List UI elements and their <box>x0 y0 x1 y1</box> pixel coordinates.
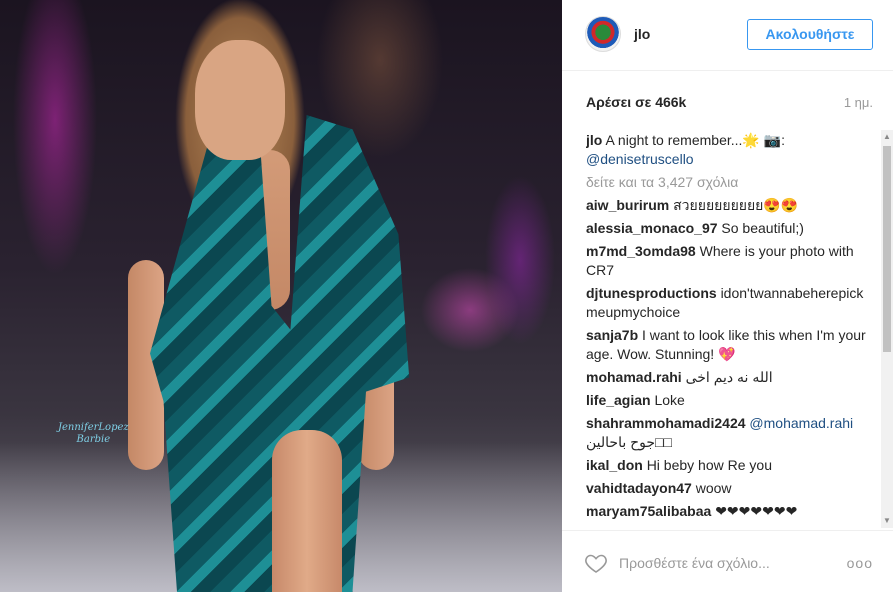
post-header: jlo Ακολουθήστε <box>562 0 893 71</box>
comment-text: ❤❤❤❤❤❤❤ <box>715 503 798 519</box>
scroll-down-arrow-icon[interactable]: ▼ <box>881 514 893 528</box>
comment-user[interactable]: ikal_don <box>586 457 643 473</box>
comment-user[interactable]: alessia_monaco_97 <box>586 220 718 236</box>
comments-list: jlo A night to remember...🌟 📷: @denisetr… <box>586 131 869 528</box>
comment-text: woow <box>695 480 732 496</box>
username[interactable]: jlo <box>634 26 650 42</box>
caption-mention[interactable]: @denisetruscello <box>586 151 694 167</box>
list-item: alessia_monaco_97 So beautiful;) <box>586 219 869 238</box>
avatar[interactable] <box>585 16 621 52</box>
list-item: ikal_don Hi beby how Re you <box>586 456 869 475</box>
watermark-line-1: JenniferLopez <box>58 422 129 433</box>
view-all-comments[interactable]: δείτε και τα 3,427 σχόλια <box>586 173 869 192</box>
comment-text: Loke <box>654 392 685 408</box>
comment-text: جوح باحالین□□ <box>586 434 672 450</box>
comment-text: So beautiful;) <box>721 220 804 236</box>
list-item: shahrammohamadi2424 @mohamad.rahi جوح با… <box>586 414 869 452</box>
post-time[interactable]: 1 ημ. <box>844 95 873 110</box>
list-item: sanja7b I want to look like this when I'… <box>586 326 869 364</box>
photo-watermark: JenniferLopez Barbie <box>58 422 129 446</box>
comment-text: الله نه دیم اخی <box>685 369 773 385</box>
list-item: life_agian Loke <box>586 391 869 410</box>
comment-text: Hi beby how Re you <box>646 457 772 473</box>
scrollbar-thumb[interactable] <box>883 146 891 352</box>
add-comment-input[interactable]: Προσθέστε ένα σχόλιο... <box>619 555 770 571</box>
comment-user[interactable]: mohamad.rahi <box>586 369 682 385</box>
likes-count[interactable]: Αρέσει σε 466k <box>586 94 686 110</box>
list-item: mohamad.rahi الله نه دیم اخی <box>586 368 869 387</box>
comment-user[interactable]: maryam75alibabaa <box>586 503 711 519</box>
list-item: maryam75alibabaa ❤❤❤❤❤❤❤ <box>586 502 869 521</box>
comment-user[interactable]: djtunesproductions <box>586 285 717 301</box>
comment-user[interactable]: shahrammohamadi2424 <box>586 415 746 431</box>
comment-user[interactable]: aiw_burirum <box>586 197 669 213</box>
post-side-panel: jlo Ακολουθήστε Αρέσει σε 466k 1 ημ. jlo… <box>562 0 893 592</box>
comment-user[interactable]: m7md_3omda98 <box>586 243 696 259</box>
comment-text: สวยยยยยยยยย😍😍 <box>673 197 799 213</box>
list-item: vahidtadayon47 woow <box>586 479 869 498</box>
comment-user[interactable]: vahidtadayon47 <box>586 480 692 496</box>
follow-button[interactable]: Ακολουθήστε <box>747 19 873 50</box>
list-item: djtunesproductions idon'twannabeherepick… <box>586 284 869 322</box>
more-options-icon[interactable]: ooo <box>847 555 873 571</box>
comment-user[interactable]: jlo <box>586 132 602 148</box>
comment-mention[interactable]: @mohamad.rahi <box>749 415 853 431</box>
heart-icon[interactable] <box>584 551 608 575</box>
list-item: m7md_3omda98 Where is your photo with CR… <box>586 242 869 280</box>
list-item: aiw_burirum สวยยยยยยยยย😍😍 <box>586 196 869 215</box>
post-photo[interactable]: JenniferLopez Barbie <box>0 0 562 592</box>
comment-user[interactable]: sanja7b <box>586 327 638 343</box>
post-footer: Προσθέστε ένα σχόλιο... ooo <box>562 530 893 593</box>
face <box>195 40 285 160</box>
caption: jlo A night to remember...🌟 📷: @denisetr… <box>586 131 869 169</box>
scroll-up-arrow-icon[interactable]: ▲ <box>881 130 893 144</box>
leg <box>272 430 342 592</box>
comments-scrollbar[interactable]: ▲ ▼ <box>881 130 893 528</box>
comment-user[interactable]: life_agian <box>586 392 651 408</box>
watermark-line-2: Barbie <box>76 434 111 445</box>
caption-text: A night to remember...🌟 📷: <box>605 132 786 148</box>
